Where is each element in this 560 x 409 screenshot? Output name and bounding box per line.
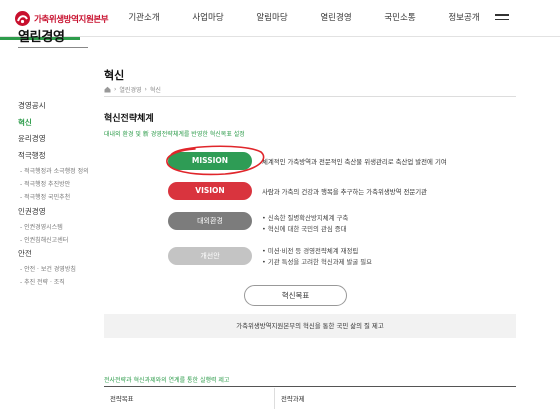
page-title: 혁신 [104, 69, 125, 82]
sidebar-divider [18, 47, 88, 48]
chevron-right-icon: › [114, 86, 117, 93]
sidebar-subitem-hr-system[interactable]: - 인권경영시스템 [20, 222, 63, 231]
innovation-goal-button[interactable]: 혁신목표 [244, 285, 347, 306]
improvement-line: • 기관 특성을 고려한 혁신과제 발굴 필요 [262, 258, 373, 266]
improvement-line: • 미션·비전 등 경영전략체계 재정립 [262, 247, 359, 255]
breadcrumb-item-open-management[interactable]: 열린경영 [119, 85, 141, 94]
innovation-goal-box: 가축위생방역지원본부의 혁신을 통한 국민 삶의 질 제고 [104, 314, 516, 338]
site-logo[interactable]: 가축위생방역지원본부 [14, 10, 109, 27]
breadcrumb-item-current: 혁신 [149, 87, 161, 94]
sidebar-subitem-safety-policy[interactable]: - 안전 · 보건 경영방침 [20, 264, 76, 273]
section-subtitle: 대내외 환경 및 新 경영전략체계를 반영한 혁신목표 설정 [104, 131, 245, 138]
sidebar-item-ethics[interactable]: 윤리경영 [18, 133, 46, 144]
nav-item-communication[interactable]: 국민소통 [368, 0, 432, 37]
table-header-goal: 전략목표 [110, 395, 134, 403]
nav-item-business[interactable]: 사업마당 [176, 0, 240, 37]
table-caption: 전사전략과 혁신과제와의 연계를 통한 실행력 제고 [104, 377, 230, 384]
chevron-right-icon: › [144, 86, 147, 93]
nav-item-about[interactable]: 기관소개 [112, 0, 176, 37]
title-divider [104, 96, 516, 97]
sidebar-item-proactive-admin[interactable]: 적극행정 [18, 150, 46, 161]
table-header-divider [274, 388, 275, 409]
logo-mark-icon [14, 10, 31, 27]
vision-text: 사람과 가축의 건강과 행복을 추구하는 가축위생방역 전문기관 [262, 188, 428, 196]
improvement-badge: 개선안 [168, 247, 252, 265]
vision-badge: VISION [168, 182, 252, 200]
sidebar-item-human-rights[interactable]: 인권경영 [18, 206, 46, 217]
hamburger-menu-icon[interactable] [495, 14, 509, 22]
table-header-task: 전략과제 [281, 395, 305, 403]
nav-item-open-management[interactable]: 열린경영 [304, 0, 368, 37]
main-nav: 기관소개 사업마당 알림마당 열린경영 국민소통 정보공개 [112, 0, 496, 37]
annotation-circle [166, 145, 265, 176]
section-title: 혁신전략체계 [104, 114, 154, 124]
environment-badge: 대외환경 [168, 212, 252, 230]
sidebar-subitem-strategy-org[interactable]: - 추진 전략 · 조직 [20, 277, 65, 286]
site-header: 가축위생방역지원본부 기관소개 사업마당 알림마당 열린경영 국민소통 정보공개 [0, 0, 560, 37]
environment-line: • 혁신에 대한 국민의 관심 증대 [262, 225, 347, 233]
mission-text: 체계적인 가축방역과 전문적인 축산물 위생관리로 축산업 발전에 기여 [262, 158, 447, 166]
sidebar-subitem-recommend[interactable]: - 적극행정 국민추천 [20, 192, 70, 201]
sidebar-title: 열린경영 [18, 30, 65, 45]
environment-line: • 신속한 질병확산방지체계 구축 [262, 214, 349, 222]
nav-item-information[interactable]: 정보공개 [432, 0, 496, 37]
sidebar-subitem-plan[interactable]: - 적극행정 추진방안 [20, 179, 70, 188]
nav-item-notice[interactable]: 알림마당 [240, 0, 304, 37]
sidebar-subitem-definition[interactable]: - 적극행정과 소극행정 정의 [20, 166, 89, 175]
sidebar-subitem-hr-report[interactable]: - 인권침해신고센터 [20, 235, 68, 244]
table-top-border [104, 386, 516, 387]
sidebar-item-innovation[interactable]: 혁신 [18, 117, 32, 128]
logo-text: 가축위생방역지원본부 [34, 14, 109, 25]
breadcrumb: › 열린경영 › 혁신 [104, 85, 161, 94]
sidebar-item-safety[interactable]: 안전 [18, 248, 32, 259]
home-icon[interactable] [104, 86, 111, 93]
sidebar-item-disclosure[interactable]: 경영공시 [18, 100, 46, 111]
